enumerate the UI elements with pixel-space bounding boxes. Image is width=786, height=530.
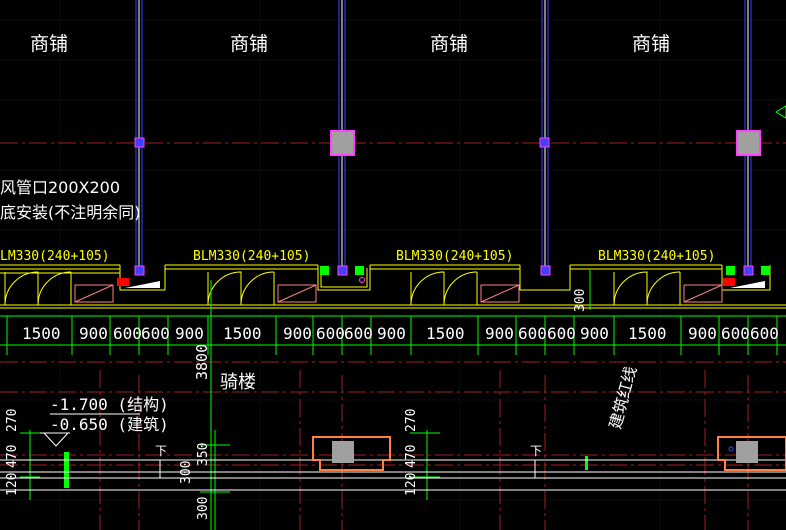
corner-marker: [775, 105, 786, 119]
column-square: [540, 265, 551, 276]
room-label: 商铺: [632, 33, 670, 55]
column-square: [337, 265, 348, 276]
dimension-value: 350: [196, 443, 211, 466]
dimension-value: 300: [573, 289, 588, 312]
dimension-value: 270: [5, 409, 20, 432]
dimension-value: 270: [404, 409, 419, 432]
fire-hydrant-mark: [125, 281, 160, 288]
dimension-value: 600: [113, 324, 142, 343]
storefront-walls: [0, 264, 786, 309]
column-square: [134, 265, 145, 276]
dimension-value: 900: [79, 324, 108, 343]
dimension-value: 600: [344, 324, 373, 343]
dimension-value: 1500: [628, 324, 667, 343]
door-label: BLM330(240+105): [396, 249, 513, 264]
dimension-value: 470: [5, 445, 20, 468]
room-label: 商铺: [230, 33, 268, 55]
room-label: 商铺: [430, 33, 468, 55]
down-arrow-label: 下: [530, 444, 542, 458]
dimension-value: 120: [5, 473, 20, 496]
dimension-value: 1500: [223, 324, 262, 343]
equipment-boxes: [74, 284, 723, 303]
dimension-value: 900: [580, 324, 609, 343]
red-line-label: 建筑红线: [606, 364, 641, 431]
dimension-value: 1500: [426, 324, 465, 343]
door-label: LM330(240+105): [0, 249, 110, 264]
column-square: [330, 130, 355, 156]
level-arch: -0.650 (建筑): [50, 415, 169, 434]
dimension-value: 1500: [22, 324, 61, 343]
dimension-value: 900: [485, 324, 514, 343]
room-label: 商铺: [30, 33, 68, 55]
column-square: [134, 137, 145, 148]
dimension-value: 900: [175, 324, 204, 343]
dimension-value: 120: [404, 473, 419, 496]
note-text: 风管口200X200: [0, 178, 120, 197]
dimension-value: 600: [141, 324, 170, 343]
dimension-value: 600: [518, 324, 547, 343]
dimension-value: 300: [179, 461, 194, 484]
outlet-symbol: [359, 277, 365, 283]
column-square: [743, 265, 754, 276]
dimension-value: 600: [750, 324, 779, 343]
fire-hydrant-mark: [730, 281, 765, 288]
door-label: BLM330(240+105): [598, 249, 715, 264]
down-arrow-label: 下: [155, 444, 167, 458]
lower-columns: [312, 436, 786, 471]
dimension-value: 3800: [193, 344, 211, 380]
fire-hydrant-boxes: [117, 278, 735, 286]
dimension-value: 900: [377, 324, 406, 343]
dimension-value: 470: [404, 445, 419, 468]
column-square: [736, 130, 761, 156]
cad-plan: 商铺 商铺 商铺 商铺 风管口200X200 底安装(不注明余同) LM330(…: [0, 0, 786, 530]
dimension-value: 900: [688, 324, 717, 343]
door-label: BLM330(240+105): [193, 249, 310, 264]
dimension-value: 900: [283, 324, 312, 343]
column-square: [539, 137, 550, 148]
arcade-label: 骑楼: [220, 372, 256, 393]
cad-drawing-canvas[interactable]: 商铺 商铺 商铺 商铺 风管口200X200 底安装(不注明余同) LM330(…: [0, 0, 786, 530]
dimension-value: 300: [196, 497, 211, 520]
level-struct: -1.700 (结构): [50, 395, 169, 414]
dimension-value: 600: [721, 324, 750, 343]
note-text: 底安装(不注明余同): [0, 203, 141, 222]
dimension-value: 600: [316, 324, 345, 343]
dimension-value: 600: [547, 324, 576, 343]
